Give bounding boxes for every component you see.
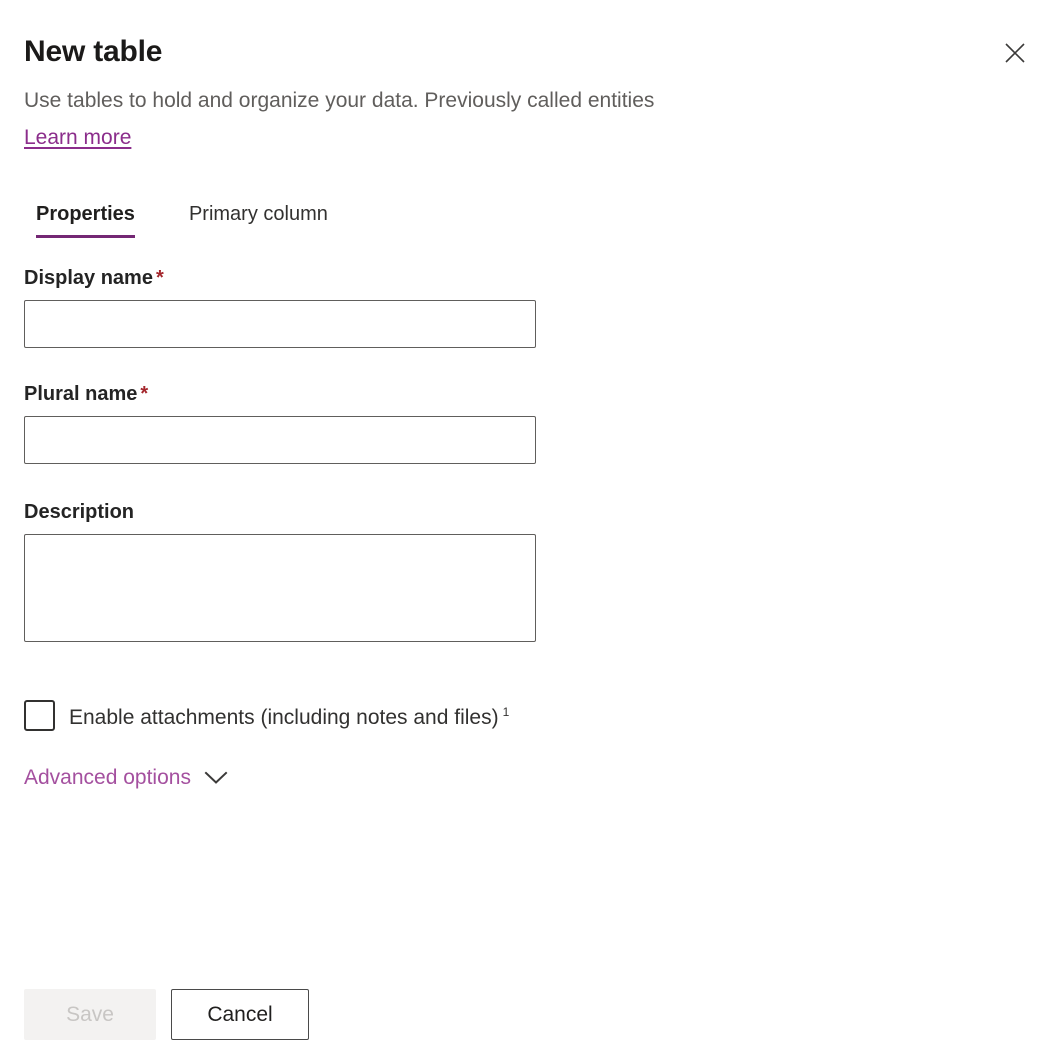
panel-subtitle: Use tables to hold and organize your dat…: [24, 86, 654, 115]
description-field: Description: [24, 498, 536, 642]
enable-attachments-checkbox[interactable]: Enable attachments (including notes and …: [24, 698, 509, 732]
table-properties-form: Display name* Plural name* Description: [24, 264, 536, 642]
advanced-options-toggle[interactable]: Advanced options: [24, 764, 228, 792]
close-button[interactable]: [994, 32, 1036, 74]
footnote-marker: 1: [503, 705, 510, 719]
learn-more-link[interactable]: Learn more: [24, 124, 131, 152]
plural-name-label-text: Plural name: [24, 383, 137, 405]
required-asterisk: *: [140, 383, 148, 405]
cancel-button[interactable]: Cancel: [171, 989, 309, 1040]
tab-properties[interactable]: Properties: [24, 196, 147, 238]
display-name-field: Display name*: [24, 264, 536, 348]
spacer: [24, 464, 536, 498]
enable-attachments-label-text: Enable attachments (including notes and …: [69, 706, 499, 729]
tab-primary-column[interactable]: Primary column: [177, 196, 340, 238]
description-textarea[interactable]: [24, 534, 536, 642]
plural-name-label: Plural name*: [24, 380, 536, 408]
plural-name-input[interactable]: [24, 416, 536, 464]
spacer: [24, 348, 536, 380]
new-table-panel: New table Use tables to hold and organiz…: [0, 0, 1050, 1047]
plural-name-field: Plural name*: [24, 380, 536, 464]
close-icon: [1002, 40, 1028, 66]
panel-footer: Save Cancel: [24, 989, 309, 1040]
display-name-input[interactable]: [24, 300, 536, 348]
display-name-label: Display name*: [24, 264, 536, 292]
tab-list: Properties Primary column: [24, 196, 340, 238]
description-label: Description: [24, 498, 536, 526]
enable-attachments-label: Enable attachments (including notes and …: [69, 698, 509, 732]
page-title: New table: [24, 32, 162, 72]
display-name-label-text: Display name: [24, 267, 153, 289]
chevron-down-icon: [204, 771, 228, 785]
advanced-options-label: Advanced options: [24, 764, 191, 792]
checkbox-box[interactable]: [24, 700, 55, 731]
description-label-text: Description: [24, 501, 134, 523]
required-asterisk: *: [156, 267, 164, 289]
save-button[interactable]: Save: [24, 989, 156, 1040]
